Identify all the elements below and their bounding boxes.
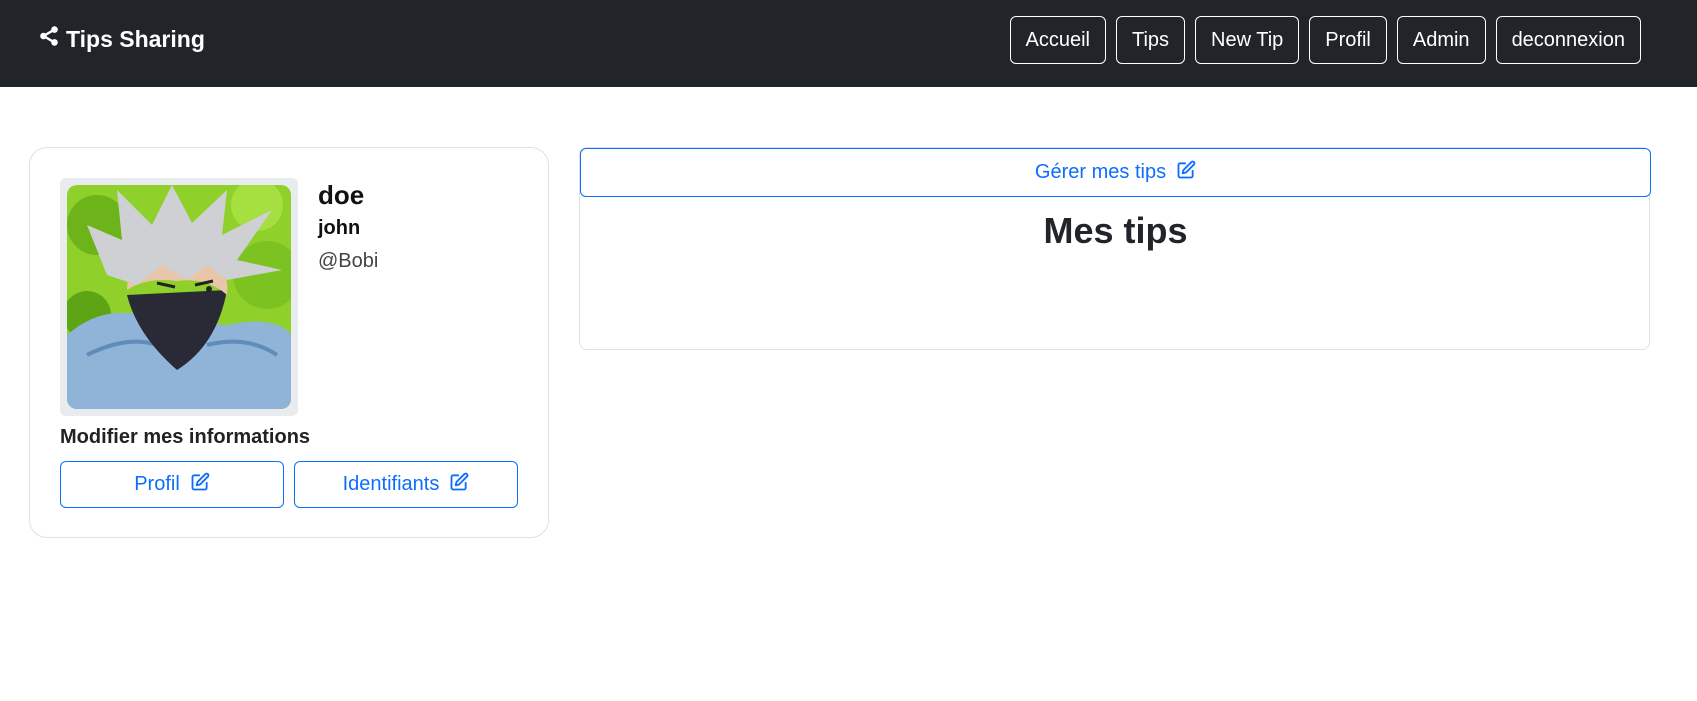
nav-accueil-button[interactable]: Accueil — [1009, 16, 1106, 64]
edit-info-heading: Modifier mes informations — [60, 426, 311, 448]
user-handle: @Bobi — [318, 250, 379, 272]
profile-card: doe john @Bobi Modifier mes informations… — [29, 147, 549, 538]
nav-new-tip-button[interactable]: New Tip — [1195, 16, 1300, 64]
brand-name: Tips Sharing — [66, 25, 205, 52]
tips-title: Mes tips — [1043, 210, 1188, 251]
nav-tips-button[interactable]: Tips — [1115, 16, 1186, 64]
edit-icon — [449, 472, 469, 498]
edit-credentials-button[interactable]: Identifiants — [294, 461, 518, 508]
manage-tips-button[interactable]: Gérer mes tips — [580, 148, 1651, 197]
user-lastname: doe — [318, 180, 365, 210]
edit-icon — [1176, 160, 1196, 186]
navbar: Tips Sharing Accueil Tips New Tip Profil… — [0, 0, 1697, 87]
nav-links: Accueil Tips New Tip Profil Admin deconn… — [1009, 16, 1641, 64]
avatar — [67, 185, 291, 409]
edit-buttons: Profil Identifiants — [60, 461, 518, 508]
user-info: doe john @Bobi — [318, 180, 378, 273]
edit-credentials-label: Identifiants — [342, 473, 440, 495]
nav-logout-button[interactable]: deconnexion — [1495, 16, 1641, 64]
edit-profile-label: Profil — [134, 473, 180, 495]
avatar-frame — [60, 178, 298, 416]
nav-profil-button[interactable]: Profil — [1309, 16, 1387, 64]
edit-icon — [190, 472, 210, 498]
edit-profile-button[interactable]: Profil — [60, 461, 284, 508]
nav-admin-button[interactable]: Admin — [1396, 16, 1486, 64]
tips-card: Gérer mes tips Mes tips — [579, 147, 1651, 350]
share-icon — [38, 25, 60, 53]
brand-link[interactable]: Tips Sharing — [38, 25, 205, 53]
manage-tips-label: Gérer mes tips — [1034, 161, 1167, 183]
user-firstname: john — [318, 217, 361, 239]
